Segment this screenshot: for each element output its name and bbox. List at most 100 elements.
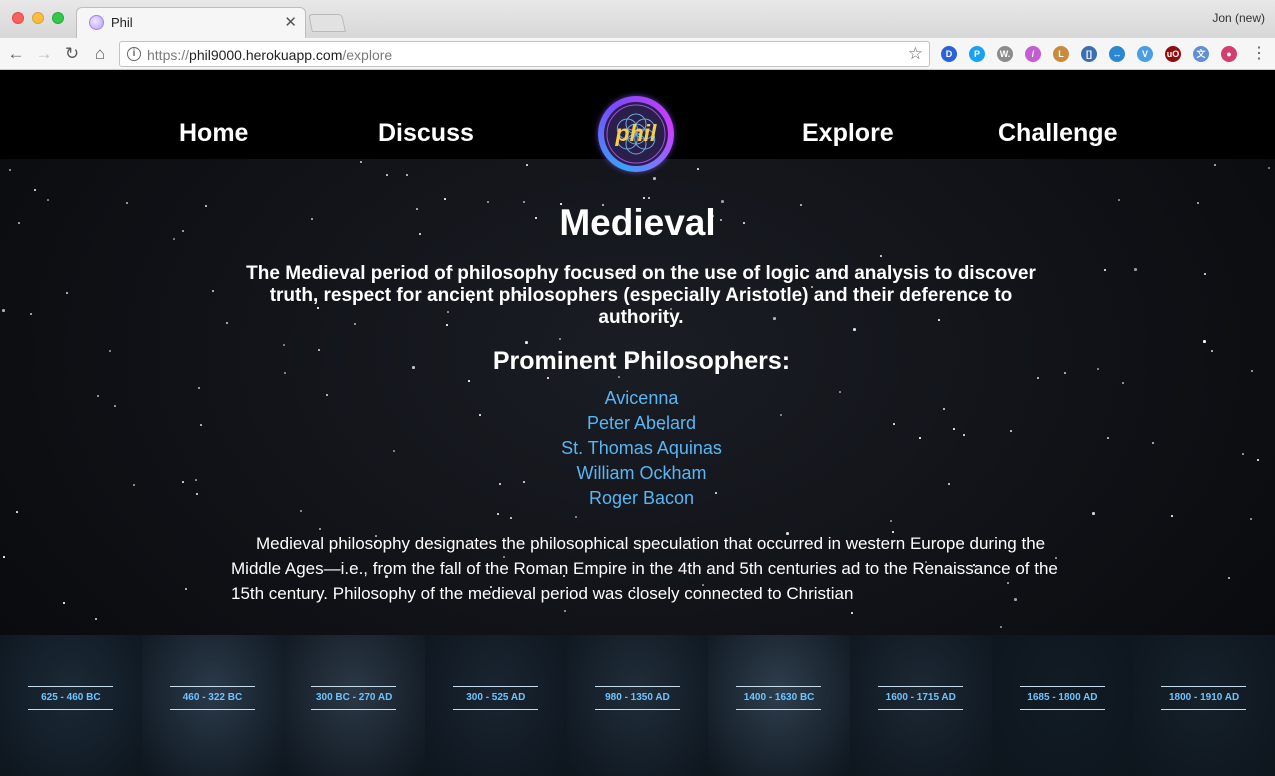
- philosophers-heading: Prominent Philosophers:: [492, 347, 791, 375]
- era-divider: [1019, 709, 1105, 710]
- philosopher-link[interactable]: St. Thomas Aquinas: [0, 437, 1275, 462]
- star-dot: [9, 169, 11, 171]
- browser-menu-icon[interactable]: ⋮: [1251, 44, 1267, 64]
- era-tile[interactable]: 1685 - 1800 AD: [991, 635, 1134, 776]
- era-tile[interactable]: 1600 - 1715 AD: [849, 635, 992, 776]
- era-divider: [877, 686, 963, 687]
- close-window-button[interactable]: [12, 12, 24, 24]
- url-text[interactable]: https://phil9000.herokuapp.com/explore: [147, 47, 392, 63]
- star-dot: [360, 161, 362, 163]
- maximize-window-button[interactable]: [52, 12, 64, 24]
- era-tile[interactable]: 300 BC - 270 AD: [283, 635, 425, 776]
- era-tile-label: 1600 - 1715 AD: [885, 692, 956, 703]
- window-resizer-icon[interactable]: []: [1081, 46, 1097, 62]
- star-dot: [1214, 164, 1216, 166]
- star-dot: [697, 168, 699, 170]
- star-dot: [1134, 268, 1137, 271]
- favicon-icon: [89, 15, 104, 30]
- forward-arrow-icon[interactable]: →: [33, 43, 55, 65]
- star-dot: [444, 198, 446, 200]
- philosopher-link[interactable]: William Ockham: [0, 462, 1275, 487]
- home-icon[interactable]: ⌂: [89, 43, 111, 65]
- era-tile-label: 300 - 525 AD: [466, 692, 526, 703]
- swap-arrows-icon[interactable]: ↔: [1109, 46, 1125, 62]
- star-dot: [283, 344, 285, 346]
- star-dot: [1171, 515, 1173, 517]
- tab-title: Phil: [111, 15, 133, 30]
- era-tile[interactable]: 300 - 525 AD: [424, 635, 567, 776]
- close-icon[interactable]: ✕: [284, 13, 297, 31]
- era-divider: [1019, 686, 1105, 687]
- era-divider: [28, 709, 113, 710]
- star-dot: [851, 612, 853, 614]
- star-dot: [653, 177, 656, 180]
- era-divider: [594, 686, 680, 687]
- star-dot: [559, 338, 561, 340]
- era-tile[interactable]: 460 - 322 BC: [141, 635, 284, 776]
- star-dot: [2, 309, 5, 312]
- philosopher-link[interactable]: Peter Abelard: [0, 412, 1275, 437]
- pushbullet-icon[interactable]: P: [969, 46, 985, 62]
- star-dot: [406, 174, 408, 176]
- profile-name[interactable]: Jon (new): [1212, 11, 1265, 25]
- vimium-icon[interactable]: V: [1137, 46, 1153, 62]
- ruler-icon[interactable]: L: [1053, 46, 1069, 62]
- star-dot: [618, 376, 620, 378]
- star-dot: [880, 255, 882, 257]
- era-tile-label: 460 - 322 BC: [182, 692, 243, 703]
- era-divider: [736, 686, 822, 687]
- wordpress-icon[interactable]: W.: [997, 46, 1013, 62]
- era-divider: [1161, 686, 1247, 687]
- eyedropper-icon[interactable]: /: [1025, 46, 1041, 62]
- address-bar[interactable]: i https://phil9000.herokuapp.com/explore…: [119, 41, 930, 67]
- ublock-icon[interactable]: uO: [1165, 46, 1181, 62]
- browser-tab-active[interactable]: Phil ✕: [76, 7, 306, 38]
- era-tile-label: 1685 - 1800 AD: [1027, 692, 1098, 703]
- star-dot: [575, 516, 577, 518]
- philosophers-list: Avicenna Peter Abelard St. Thomas Aquina…: [0, 387, 1275, 512]
- star-dot: [63, 602, 65, 604]
- star-dot: [34, 189, 36, 191]
- era-tile[interactable]: 1400 - 1630 BC: [708, 635, 850, 776]
- star-dot: [226, 322, 228, 324]
- dashlane-icon[interactable]: D: [941, 46, 957, 62]
- star-dot: [648, 197, 650, 199]
- page-content: Home Discuss phil Explore Challenge Medi…: [0, 71, 1275, 776]
- back-arrow-icon[interactable]: ←: [5, 43, 27, 65]
- nav-challenge-link[interactable]: Challenge: [998, 119, 1117, 148]
- star-dot: [1118, 199, 1120, 201]
- phil-logo[interactable]: phil: [598, 96, 674, 172]
- star-dot: [564, 610, 566, 612]
- info-icon[interactable]: i: [127, 47, 141, 61]
- star-dot: [547, 377, 549, 379]
- era-timeline: 625 - 460 BC 460 - 322 BC 300 BC - 270 AD 3…: [0, 635, 1275, 776]
- era-divider: [452, 686, 538, 687]
- reload-icon[interactable]: ↻: [61, 43, 83, 65]
- site-nav: Home Discuss phil Explore Challenge: [0, 71, 1275, 172]
- philosopher-link[interactable]: Avicenna: [0, 387, 1275, 412]
- browser-toolbar: ← → ↻ ⌂ i https://phil9000.herokuapp.com…: [0, 38, 1275, 70]
- star-dot: [526, 164, 528, 166]
- nav-discuss-link[interactable]: Discuss: [378, 119, 474, 148]
- star-dot: [30, 313, 32, 315]
- star-dot: [66, 292, 68, 294]
- nav-explore-link[interactable]: Explore: [802, 119, 894, 148]
- nav-home-link[interactable]: Home: [179, 119, 248, 148]
- color-wheel-icon[interactable]: ●: [1221, 46, 1237, 62]
- philosopher-link[interactable]: Roger Bacon: [0, 487, 1275, 512]
- star-dot: [510, 517, 512, 519]
- bookmark-star-icon[interactable]: ☆: [908, 44, 923, 64]
- star-dot: [1250, 518, 1252, 520]
- era-summary: The Medieval period of philosophy focuse…: [246, 263, 1036, 328]
- translate-icon[interactable]: 文: [1193, 46, 1209, 62]
- era-tile[interactable]: 1800 - 1910 AD: [1133, 635, 1275, 776]
- minimize-window-button[interactable]: [32, 12, 44, 24]
- star-dot: [1203, 340, 1206, 343]
- star-dot: [386, 174, 388, 176]
- star-dot: [1268, 167, 1270, 169]
- browser-titlebar: Phil ✕ Jon (new): [0, 0, 1275, 38]
- era-divider: [311, 686, 397, 687]
- era-tile[interactable]: 625 - 460 BC: [0, 635, 142, 776]
- era-tile[interactable]: 980 - 1350 AD: [566, 635, 709, 776]
- new-tab-button[interactable]: [308, 14, 346, 32]
